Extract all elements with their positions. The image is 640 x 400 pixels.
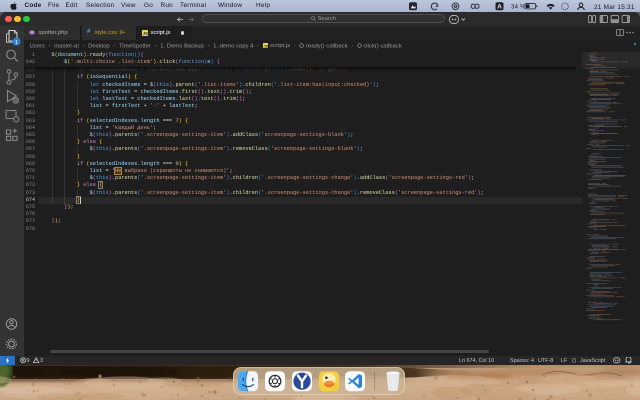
svg-text:JS: JS: [143, 31, 148, 36]
svg-text:1: 1: [15, 40, 18, 46]
svg-text:JS: JS: [263, 44, 268, 48]
svg-text:A: A: [497, 3, 502, 10]
svg-text:34 %: 34 %: [511, 4, 526, 10]
svg-text:21 Mar 15:31: 21 Mar 15:31: [594, 4, 635, 11]
